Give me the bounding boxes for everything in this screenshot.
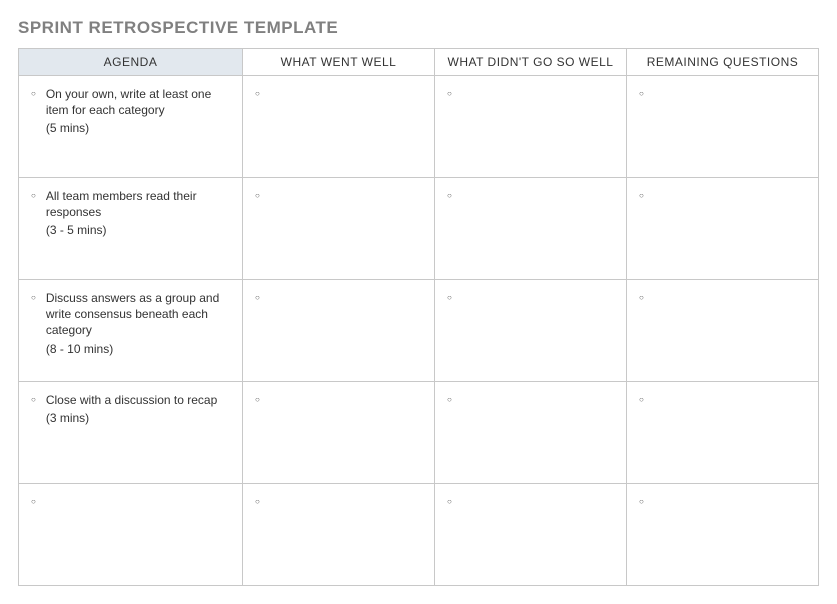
agenda-cell: ○ All team members read their responses … [19,178,243,280]
bullet-icon: ○ [639,392,644,408]
bullet-icon: ○ [31,290,36,306]
page-title: SPRINT RETROSPECTIVE TEMPLATE [18,18,819,38]
retrospective-table: AGENDA WHAT WENT WELL WHAT DIDN'T GO SO … [18,48,819,586]
didnt-go-well-cell: ○ [435,76,627,178]
table-row: ○ On your own, write at least one item f… [19,76,819,178]
bullet-icon: ○ [31,494,36,510]
went-well-cell: ○ [243,178,435,280]
bullet-icon: ○ [447,494,452,510]
didnt-go-well-cell: ○ [435,178,627,280]
bullet-icon: ○ [255,494,260,510]
table-row: ○ ○ ○ [19,484,819,586]
went-well-cell: ○ [243,382,435,484]
bullet-icon: ○ [639,494,644,510]
bullet-icon: ○ [447,86,452,102]
agenda-text: On your own, write at least one item for… [46,86,232,137]
agenda-cell: ○ Close with a discussion to recap (3 mi… [19,382,243,484]
bullet-icon: ○ [639,290,644,306]
bullet-icon: ○ [255,392,260,408]
header-row: AGENDA WHAT WENT WELL WHAT DIDN'T GO SO … [19,49,819,76]
bullet-icon: ○ [255,290,260,306]
bullet-icon: ○ [31,188,36,204]
didnt-go-well-cell: ○ [435,382,627,484]
agenda-cell: ○ On your own, write at least one item f… [19,76,243,178]
agenda-text [46,494,232,496]
table-row: ○ Close with a discussion to recap (3 mi… [19,382,819,484]
header-what-didnt-go-well: WHAT DIDN'T GO SO WELL [435,49,627,76]
bullet-icon: ○ [447,290,452,306]
questions-cell: ○ [627,382,819,484]
bullet-icon: ○ [447,392,452,408]
didnt-go-well-cell: ○ [435,484,627,586]
bullet-icon: ○ [31,392,36,408]
bullet-icon: ○ [255,86,260,102]
table-row: ○ Discuss answers as a group and write c… [19,280,819,382]
agenda-text: Discuss answers as a group and write con… [46,290,232,357]
header-agenda: AGENDA [19,49,243,76]
questions-cell: ○ [627,178,819,280]
bullet-icon: ○ [447,188,452,204]
went-well-cell: ○ [243,280,435,382]
questions-cell: ○ [627,76,819,178]
bullet-icon: ○ [31,86,36,102]
went-well-cell: ○ [243,76,435,178]
agenda-text: Close with a discussion to recap (3 mins… [46,392,232,426]
bullet-icon: ○ [639,188,644,204]
agenda-cell: ○ [19,484,243,586]
questions-cell: ○ [627,484,819,586]
agenda-text: All team members read their responses (3… [46,188,232,239]
didnt-go-well-cell: ○ [435,280,627,382]
header-remaining-questions: REMAINING QUESTIONS [627,49,819,76]
agenda-cell: ○ Discuss answers as a group and write c… [19,280,243,382]
bullet-icon: ○ [255,188,260,204]
bullet-icon: ○ [639,86,644,102]
went-well-cell: ○ [243,484,435,586]
questions-cell: ○ [627,280,819,382]
table-row: ○ All team members read their responses … [19,178,819,280]
header-what-went-well: WHAT WENT WELL [243,49,435,76]
